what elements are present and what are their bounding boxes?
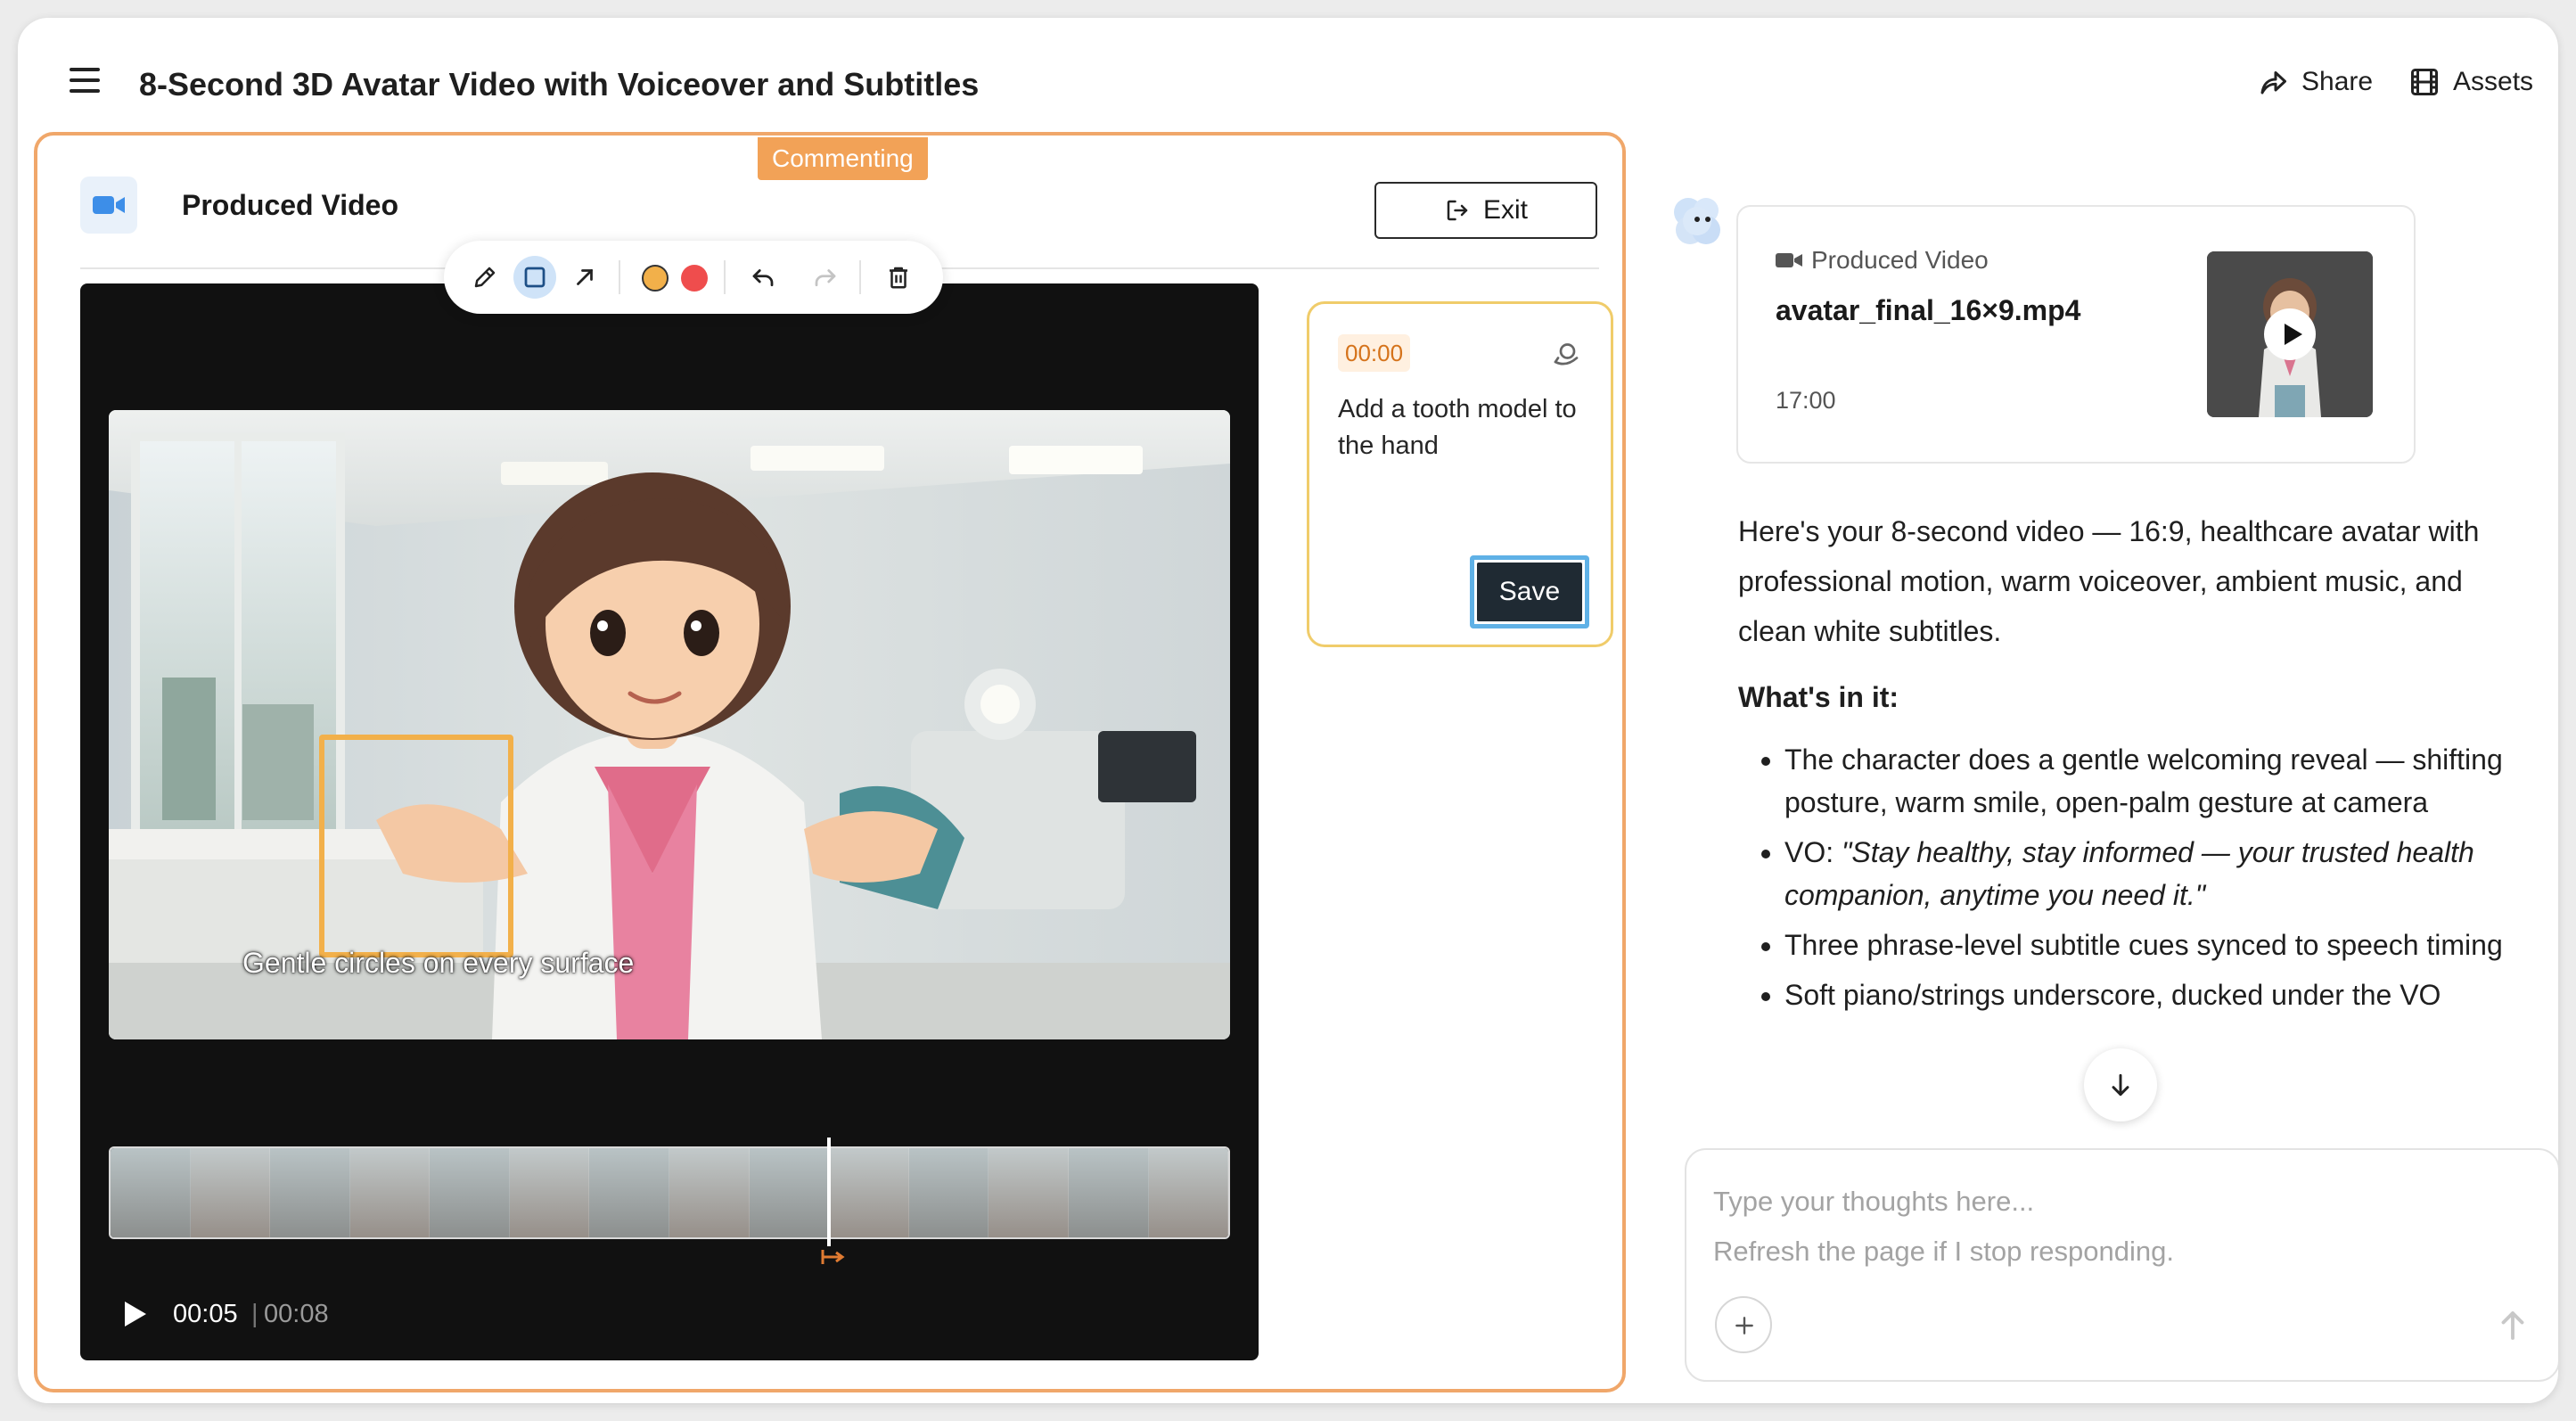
- save-label: Save: [1477, 563, 1582, 621]
- list-item: Soft piano/strings underscore, ducked un…: [1784, 973, 2523, 1016]
- color-swatch-red[interactable]: [681, 265, 708, 292]
- vo-quote: "Stay healthy, stay informed — your trus…: [1784, 836, 2474, 911]
- list-item: VO: "Stay healthy, stay informed — your …: [1784, 831, 2523, 916]
- rectangle-icon[interactable]: [513, 256, 556, 299]
- comment-card: 00:00 Add a tooth model to the hand Save: [1307, 301, 1613, 647]
- plus-icon: [1735, 1317, 1753, 1335]
- vo-prefix: VO:: [1784, 836, 1842, 868]
- file-card-label-text: Produced Video: [1811, 246, 1989, 274]
- video-editor-panel: Commenting Produced Video Exit Gentle ci…: [34, 132, 1626, 1392]
- header: 8-Second 3D Avatar Video with Voiceover …: [18, 18, 2558, 116]
- rotate-pin-icon[interactable]: [1550, 338, 1582, 370]
- list-item: The character does a gentle welcoming re…: [1784, 738, 2523, 824]
- list-item: Three phrase-level subtitle cues synced …: [1784, 924, 2523, 966]
- video-frame[interactable]: Gentle circles on every surface: [109, 410, 1230, 1039]
- redo-icon[interactable]: [804, 256, 847, 299]
- share-icon: [2260, 71, 2286, 94]
- playhead[interactable]: [827, 1138, 831, 1246]
- toolbar-divider: [724, 260, 726, 294]
- scroll-to-bottom-button[interactable]: [2084, 1048, 2157, 1121]
- film-icon: [2411, 69, 2438, 95]
- assets-label: Assets: [2453, 67, 2534, 96]
- message-bullet-list: The character does a gentle welcoming re…: [1738, 738, 2523, 1016]
- time-separator: |: [251, 1300, 258, 1328]
- play-icon[interactable]: [2264, 308, 2316, 360]
- message-composer: [1685, 1148, 2558, 1382]
- color-swatch-orange[interactable]: [642, 265, 669, 292]
- toolbar-divider: [859, 260, 861, 294]
- file-name: avatar_final_16×9.mp4: [1776, 294, 2081, 326]
- total-time: 00:08: [264, 1300, 329, 1328]
- annotation-toolbar: [444, 241, 943, 314]
- file-time: 17:00: [1776, 387, 1836, 414]
- assets-button[interactable]: Assets: [2408, 66, 2533, 98]
- hamburger-menu-icon[interactable]: [70, 68, 102, 94]
- comment-text[interactable]: Add a tooth model to the hand: [1338, 391, 1596, 464]
- panel-title: Produced Video: [182, 189, 399, 221]
- file-card-label: Produced Video: [1776, 246, 1989, 275]
- add-attachment-button[interactable]: [1715, 1296, 1772, 1353]
- annotation-rectangle[interactable]: [319, 735, 513, 957]
- timeline-thumbnails: [111, 1148, 1228, 1237]
- trash-icon[interactable]: [877, 256, 920, 299]
- message-intro: Here's your 8-second video — 16:9, healt…: [1738, 515, 2480, 647]
- share-button[interactable]: Share: [2257, 66, 2373, 98]
- save-button[interactable]: Save: [1470, 555, 1589, 628]
- page-title: 8-Second 3D Avatar Video with Voiceover …: [139, 66, 980, 103]
- send-arrow-icon[interactable]: [2494, 1307, 2531, 1344]
- undo-icon[interactable]: [742, 256, 784, 299]
- video-subtitle: Gentle circles on every surface: [242, 947, 635, 979]
- exit-icon: [1447, 200, 1468, 221]
- arrow-icon[interactable]: [563, 256, 606, 299]
- current-time: 00:05: [173, 1300, 238, 1328]
- exit-button[interactable]: Exit: [1374, 182, 1597, 239]
- pencil-icon[interactable]: [464, 256, 506, 299]
- video-camera-icon: [80, 177, 137, 234]
- play-icon[interactable]: [121, 1300, 148, 1328]
- app-window: 8-Second 3D Avatar Video with Voiceover …: [18, 18, 2558, 1403]
- toolbar-divider: [619, 260, 620, 294]
- video-file-card[interactable]: Produced Video avatar_final_16×9.mp4 17:…: [1736, 205, 2416, 464]
- exit-label: Exit: [1482, 195, 1528, 225]
- video-camera-icon: [1776, 253, 1802, 267]
- comment-timestamp: 00:00: [1338, 334, 1411, 372]
- video-scene-image: [109, 410, 1230, 1039]
- arrow-down-icon: [2112, 1073, 2129, 1097]
- message-input[interactable]: [1713, 1177, 2515, 1293]
- playhead-handle-icon[interactable]: [820, 1248, 845, 1266]
- assistant-avatar-icon: [1674, 198, 1720, 244]
- video-thumbnail[interactable]: [2207, 251, 2373, 417]
- commenting-mode-badge: Commenting: [758, 137, 928, 180]
- assistant-message: Here's your 8-second video — 16:9, healt…: [1738, 506, 2523, 1130]
- share-label: Share: [2301, 67, 2374, 96]
- video-player[interactable]: Gentle circles on every surface 00:05 | …: [80, 283, 1259, 1360]
- message-section-title: What's in it:: [1738, 681, 1899, 713]
- timeline-scrubber[interactable]: [109, 1146, 1230, 1239]
